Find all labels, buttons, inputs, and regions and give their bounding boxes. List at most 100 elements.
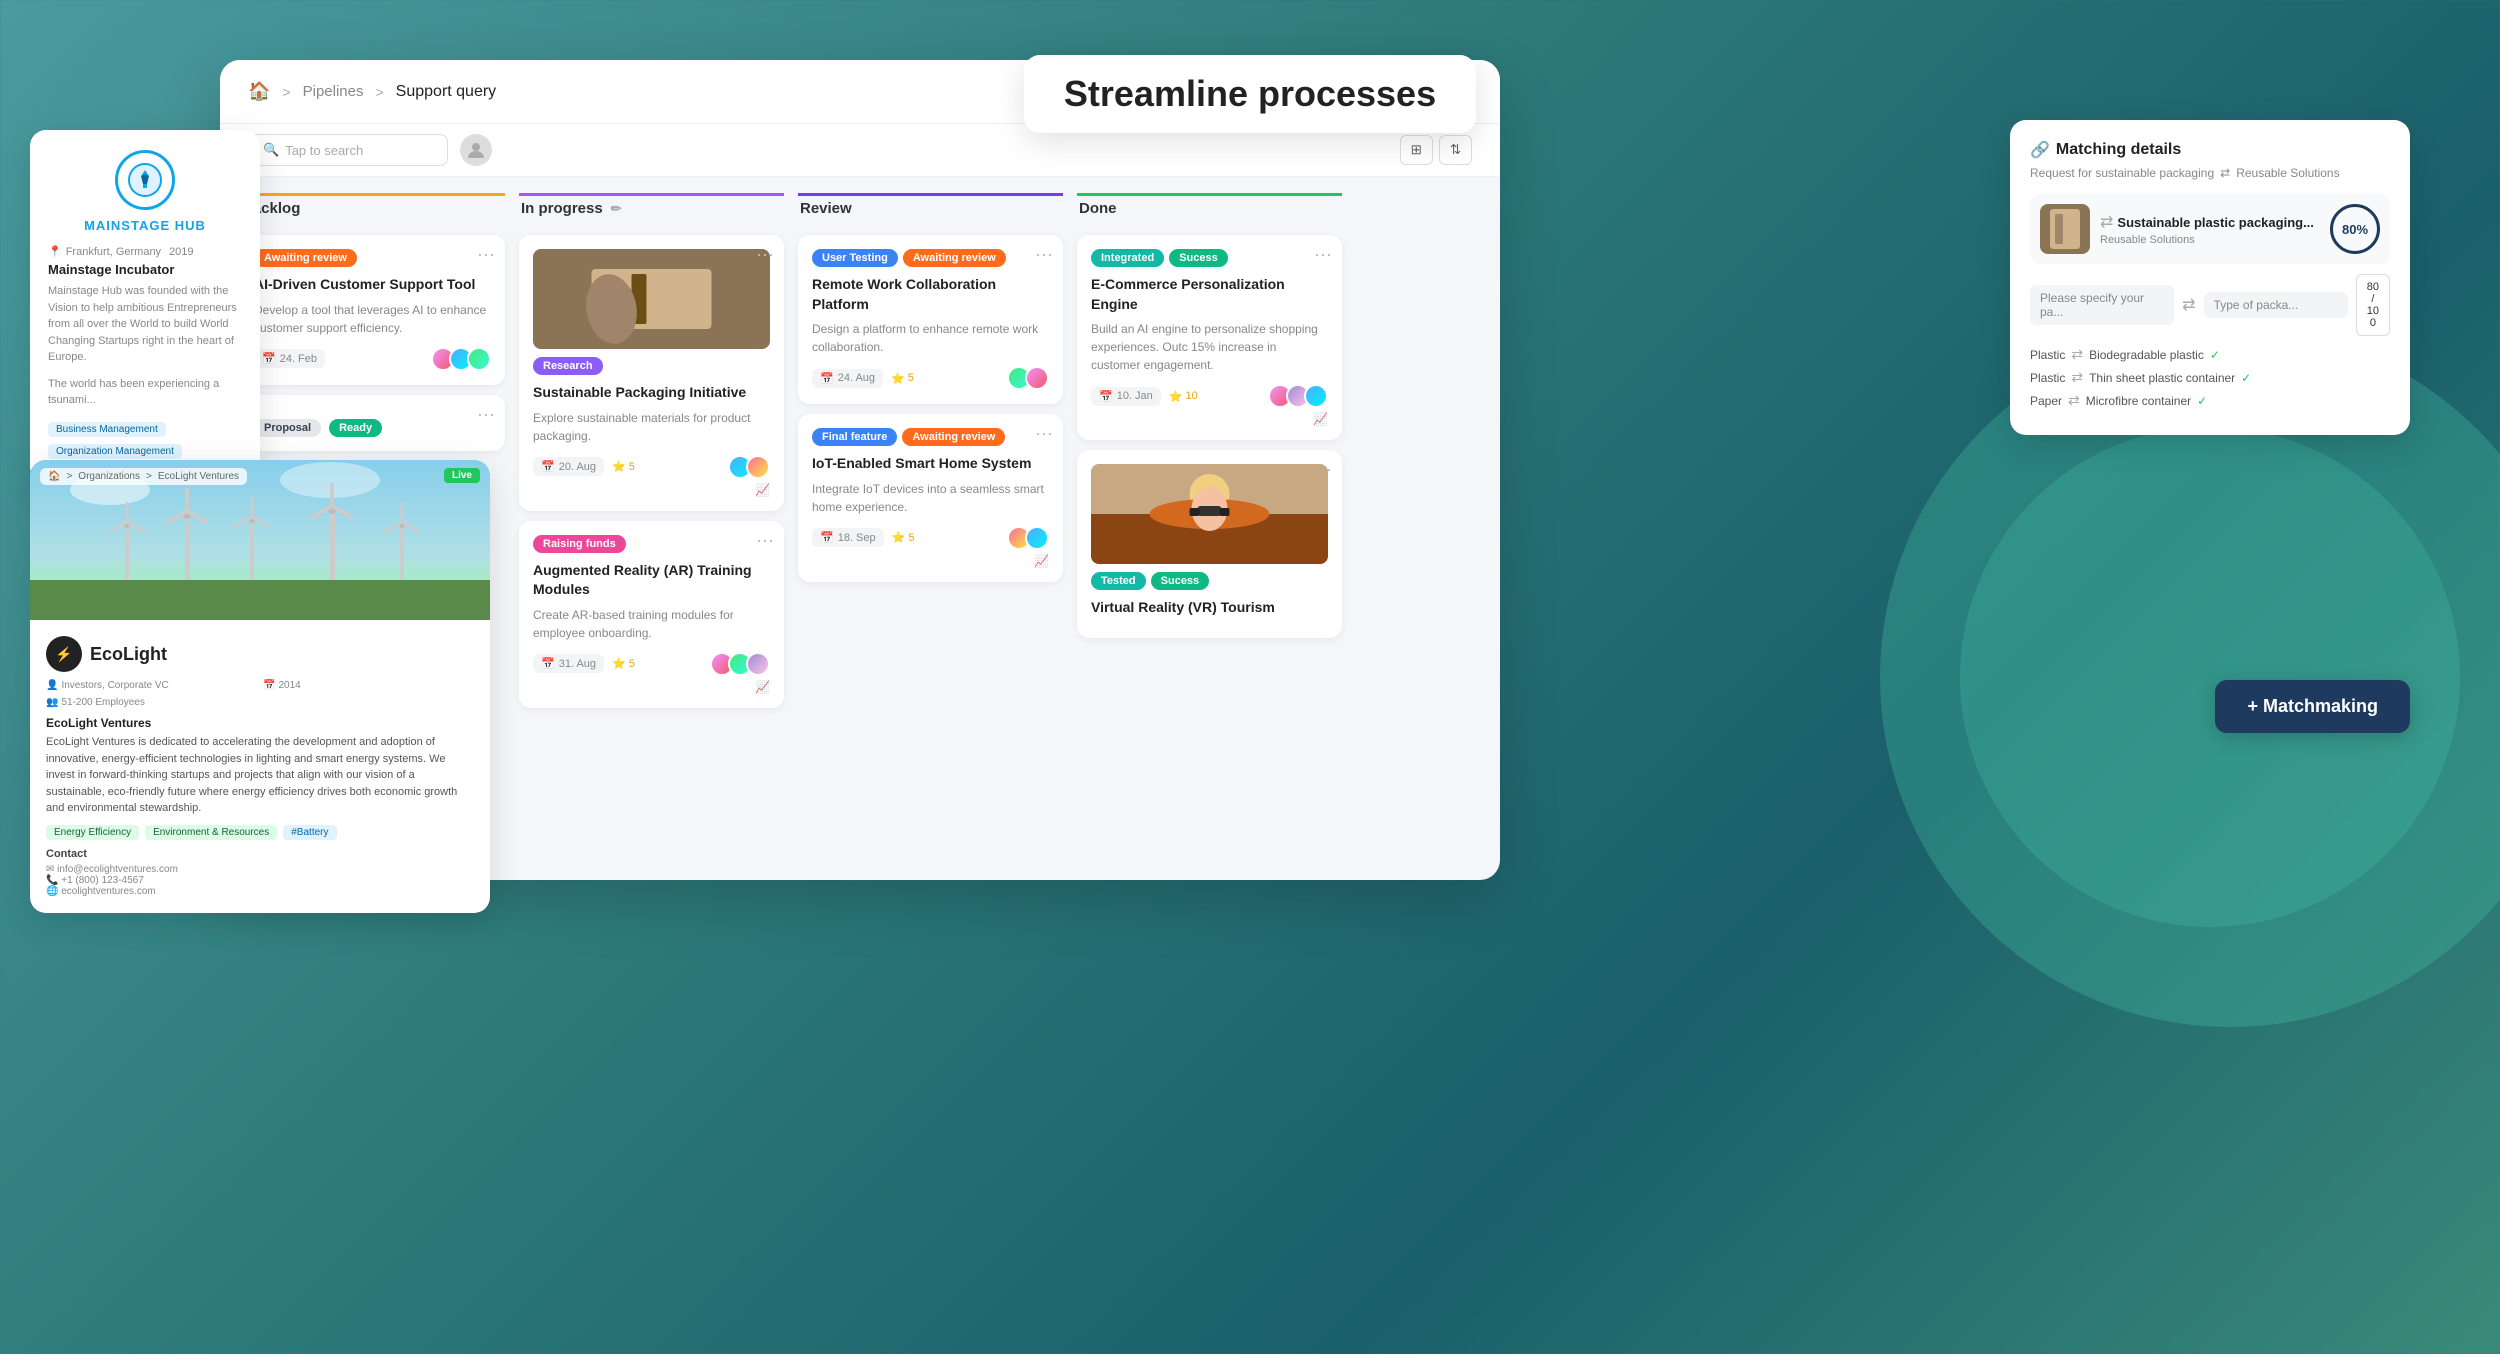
calendar-icon: 📅: [262, 352, 276, 365]
card-menu-icon[interactable]: ⋯: [1314, 245, 1332, 266]
card-desc: Explore sustainable materials for produc…: [533, 409, 770, 445]
card-avatars: [1007, 526, 1049, 550]
tag-tested: Tested: [1091, 572, 1146, 590]
tag-success-2: Sucess: [1151, 572, 1210, 590]
eco-contact-label: Contact: [46, 848, 178, 860]
eco-contact-section: Contact ✉ info@ecolightventures.com 📞 +1…: [46, 848, 474, 897]
eco-meta-year: 📅2014: [263, 680, 474, 691]
user-filter-icon: [466, 140, 486, 160]
vr-card-image: [1091, 464, 1328, 564]
eco-tag-1: Energy Efficiency: [46, 825, 139, 840]
card-menu-icon[interactable]: ⋯: [477, 405, 495, 426]
tag-success: Sucess: [1169, 249, 1228, 267]
tag-raising-funds: Raising funds: [533, 535, 626, 553]
card-title: Remote Work Collaboration Platform: [812, 275, 1049, 314]
card-date: 📅20. Aug: [533, 457, 604, 476]
tag-integrated: Integrated: [1091, 249, 1164, 267]
breadcrumb-sep1: >: [282, 84, 290, 100]
tag-awaiting-review: Awaiting review: [254, 249, 357, 267]
match-input-left[interactable]: Please specify your pa...: [2030, 285, 2174, 325]
trend-icon: 📈: [1091, 412, 1328, 426]
search-placeholder: Tap to search: [285, 143, 363, 158]
avatar: [467, 347, 491, 371]
col-header-done: Done: [1077, 193, 1342, 225]
card-menu-icon[interactable]: ⋯: [756, 531, 774, 552]
match-input-right[interactable]: Type of packa...: [2204, 292, 2348, 318]
card-avatars: [1007, 366, 1049, 390]
card-stars: ⭐5: [612, 657, 635, 670]
kanban-card: ⋯ Research Sustainable Packaging Initiat…: [519, 235, 784, 511]
card-stars: ⭐5: [892, 531, 915, 544]
matchmaking-button[interactable]: + Matchmaking: [2215, 680, 2410, 733]
arrow-icon: ⇄: [2220, 166, 2230, 180]
kanban-card: ⋯ Integrated Sucess E-Commerce Personali…: [1077, 235, 1342, 440]
org-logo: [115, 150, 175, 210]
edit-icon[interactable]: ✏: [611, 201, 622, 217]
tag-final-feature: Final feature: [812, 428, 897, 446]
card-tags: User Testing Awaiting review: [812, 249, 1049, 267]
eco-contact-email: ✉ info@ecolightventures.com: [46, 864, 178, 875]
eco-card-body: ⚡ EcoLight 👤Investors, Corporate VC 📅201…: [30, 620, 490, 913]
tag-research: Research: [533, 357, 603, 375]
card-avatars: [710, 652, 770, 676]
card-footer: 📅 24. Feb: [254, 347, 491, 371]
card-menu-icon[interactable]: ⋯: [477, 245, 495, 266]
tag-user-testing: User Testing: [812, 249, 898, 267]
card-date: 📅 24. Feb: [254, 349, 325, 368]
tag-ready: Ready: [329, 419, 382, 437]
breadcrumb-current: Support query: [396, 83, 497, 101]
card-avatars: [728, 455, 770, 479]
eco-desc: EcoLight Ventures is dedicated to accele…: [46, 734, 474, 817]
col-header-inprogress: In progress ✏: [519, 193, 784, 225]
org-company: Mainstage Incubator: [48, 262, 242, 277]
card-desc: Build an AI engine to personalize shoppi…: [1091, 320, 1328, 374]
card-title: Virtual Reality (VR) Tourism: [1091, 598, 1328, 618]
eco-company-full: EcoLight Ventures: [46, 716, 474, 730]
card-footer: 📅10. Jan ⭐10: [1091, 384, 1328, 408]
home-icon[interactable]: 🏠: [248, 81, 270, 102]
eco-status-badge: Live: [444, 468, 480, 483]
card-image: [533, 249, 770, 349]
headline-text: Streamline processes: [1064, 73, 1436, 114]
avatar-filter[interactable]: [460, 134, 492, 166]
org-logo-icon: [127, 162, 163, 198]
kanban-card: ⋯ Proposal Ready: [240, 395, 505, 451]
kanban-col-inprogress: In progress ✏ ⋯ Research: [519, 193, 784, 871]
grid-view-button[interactable]: ⊞: [1400, 135, 1433, 165]
eco-meta-grid: 👤Investors, Corporate VC 📅2014 👥51-200 E…: [46, 680, 474, 708]
org-name: MAINSTAGE HUB: [48, 218, 242, 233]
card-menu-icon[interactable]: ⋯: [756, 245, 774, 266]
match-info: ⇄ Sustainable plastic packaging... Reusa…: [2100, 212, 2320, 246]
card-desc: Develop a tool that leverages AI to enha…: [254, 301, 491, 337]
eco-contact-website: 🌐 ecolightventures.com: [46, 886, 178, 897]
org-card: MAINSTAGE HUB 📍Frankfurt, Germany 2019 M…: [30, 130, 260, 483]
kanban-card: ⋯ User Testing Awaiting review Remote Wo…: [798, 235, 1063, 404]
org-desc2: The world has been experiencing a tsunam…: [48, 376, 242, 409]
inprogress-label: In progress: [521, 200, 603, 217]
col-header-backlog: Backlog: [240, 193, 505, 225]
eco-meta-employees: 👥51-200 Employees: [46, 697, 257, 708]
check-icon-1: ✓: [2210, 348, 2220, 362]
card-title: AI-Driven Customer Support Tool: [254, 275, 491, 295]
card-tags: Research: [533, 357, 770, 375]
card-menu-icon[interactable]: ⋯: [1035, 245, 1053, 266]
breadcrumb-pipelines[interactable]: Pipelines: [303, 83, 364, 100]
card-title: Sustainable Packaging Initiative: [533, 383, 770, 403]
map-right-3: Microfibre container: [2086, 394, 2191, 408]
search-box[interactable]: 🔍 Tap to search: [248, 134, 448, 166]
card-stars: ⭐5: [612, 460, 635, 473]
eco-card-image: 🏠>Organizations>EcoLight Ventures Live: [30, 460, 490, 620]
avatar: [1304, 384, 1328, 408]
match-sub: Reusable Solutions: [2100, 234, 2320, 246]
kanban-col-done: Done ⋯ Integrated Sucess E-Commerce Pers…: [1077, 193, 1342, 871]
card-menu-icon[interactable]: ⋯: [1035, 424, 1053, 445]
card-tags: Awaiting review: [254, 249, 491, 267]
card-footer: 📅24. Aug ⭐5: [812, 366, 1049, 390]
match-arrow-icon: ⇄: [2100, 212, 2113, 232]
match-input-row: Please specify your pa... ⇄ Type of pack…: [2030, 274, 2390, 336]
map-left-1: Plastic: [2030, 348, 2065, 362]
list-view-button[interactable]: ⇅: [1439, 135, 1472, 165]
match-name: Sustainable plastic packaging...: [2117, 215, 2314, 230]
avatar: [746, 455, 770, 479]
avatar: [1025, 366, 1049, 390]
